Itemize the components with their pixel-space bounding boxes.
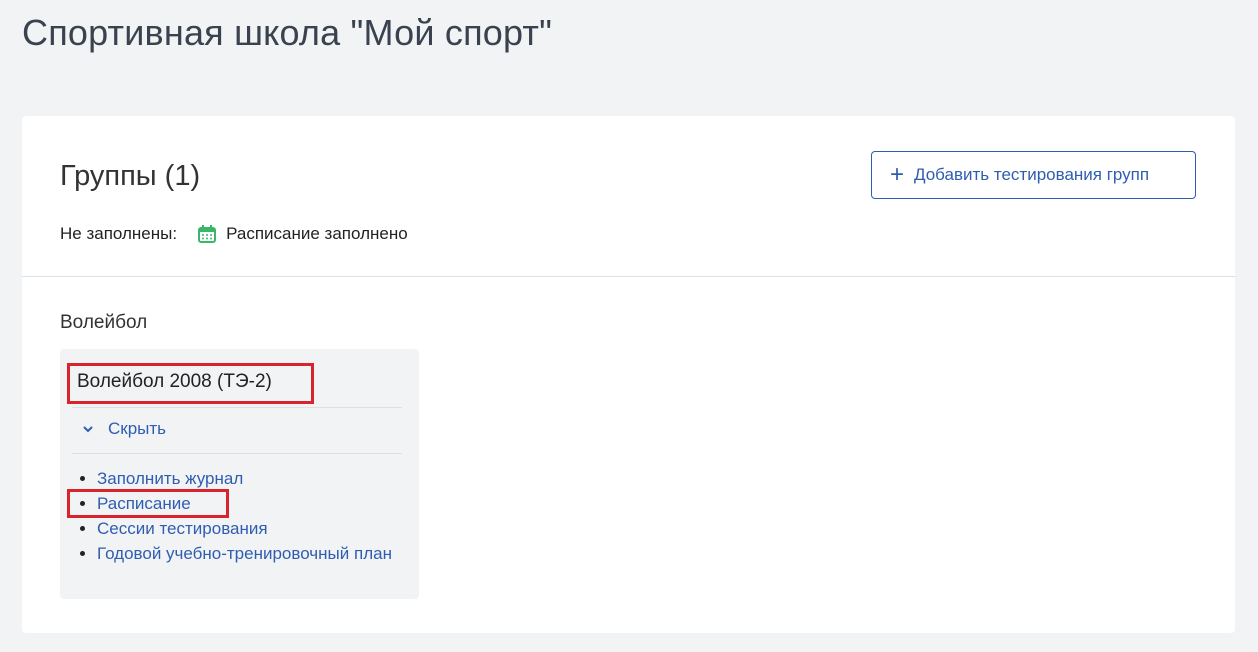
divider xyxy=(72,453,402,454)
annual-training-plan-link[interactable]: Годовой учебно-тренировочный план xyxy=(97,544,392,563)
add-group-testing-button[interactable]: + Добавить тестирования групп xyxy=(871,151,1196,199)
highlight-box-group-name xyxy=(67,363,314,404)
list-item: Сессии тестирования xyxy=(97,516,427,541)
filter-label: Не заполнены: xyxy=(60,224,178,243)
chevron-down-icon xyxy=(83,426,93,433)
page-title: Спортивная школа "Мой спорт" xyxy=(22,12,553,53)
groups-title: Группы (1) xyxy=(60,160,201,192)
hide-toggle[interactable]: Скрыть xyxy=(82,419,166,439)
calendar-icon xyxy=(197,224,217,244)
divider xyxy=(72,407,402,408)
testing-sessions-link[interactable]: Сессии тестирования xyxy=(97,519,268,538)
sport-section-label: Волейбол xyxy=(60,312,148,333)
filter-row: Не заполнены: Расписание заполнено xyxy=(60,224,408,244)
fill-journal-link[interactable]: Заполнить журнал xyxy=(97,469,243,488)
add-group-testing-label: Добавить тестирования групп xyxy=(914,165,1150,184)
filter-chip-schedule[interactable]: Расписание заполнено xyxy=(226,224,408,244)
card-header: Группы (1) + Добавить тестирования групп… xyxy=(22,116,1235,277)
plus-icon: + xyxy=(890,161,905,188)
hide-toggle-label: Скрыть xyxy=(108,419,167,438)
groups-card: Группы (1) + Добавить тестирования групп… xyxy=(22,116,1235,633)
list-item: Заполнить журнал xyxy=(97,466,427,491)
group-card: Волейбол 2008 (ТЭ-2) Скрыть Заполнить жу… xyxy=(60,349,419,599)
highlight-box-schedule xyxy=(67,489,229,518)
list-item: Годовой учебно-тренировочный план xyxy=(97,541,427,566)
